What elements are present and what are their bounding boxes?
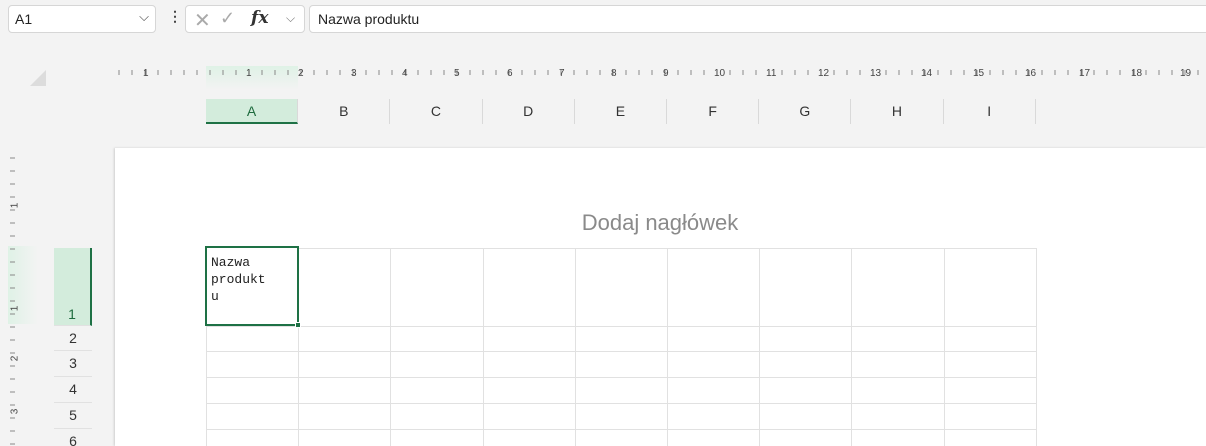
ruler-mark: 13 <box>870 68 882 79</box>
column-header-d[interactable]: D <box>483 99 575 124</box>
grid-hline <box>206 429 1037 430</box>
enter-icon[interactable]: ✓ <box>220 8 235 29</box>
vertical-ruler-mark: 1 <box>9 305 21 312</box>
row-header-1[interactable]: 1 <box>54 248 92 326</box>
cancel-icon[interactable]: ✕ <box>194 8 211 33</box>
ruler-mark: 17 <box>1079 68 1091 79</box>
grid-vline <box>1035 248 1037 446</box>
ruler-mark: 16 <box>1025 68 1037 79</box>
column-header-e[interactable]: E <box>575 99 667 124</box>
column-headers: ABCDEFGHI <box>206 99 1036 124</box>
ruler-corner <box>30 70 46 86</box>
grid-hline <box>206 403 1037 404</box>
vertical-ruler-mark: 3 <box>9 408 21 415</box>
formula-input[interactable]: Nazwa produktu <box>309 5 1206 33</box>
grid-vline <box>390 248 392 446</box>
grid-vline <box>574 248 576 446</box>
grid-hline <box>206 326 1037 327</box>
column-header-c[interactable]: C <box>390 99 483 124</box>
ruler-mark: 1 <box>143 68 149 79</box>
ruler-mark: 2 <box>298 68 304 79</box>
ruler-mark: 9 <box>663 68 669 79</box>
more-options-icon[interactable]: ⋮ <box>168 8 182 25</box>
ruler-mark: 1 <box>246 68 252 79</box>
column-header-i[interactable]: I <box>944 99 1036 124</box>
ruler-mark: 7 <box>559 68 565 79</box>
grid-vline <box>482 248 484 446</box>
grid-vline <box>759 248 761 446</box>
cell-grid[interactable] <box>206 248 1037 446</box>
active-cell[interactable]: Nazwa produkt u <box>205 246 299 326</box>
formula-controls: ✕ ✓ fx ⌵ <box>185 5 305 33</box>
ruler-mark: 14 <box>921 68 933 79</box>
row-header-6[interactable]: 6 <box>54 429 92 446</box>
row-header-2[interactable]: 2 <box>54 326 92 351</box>
row-header-4[interactable]: 4 <box>54 377 92 403</box>
grid-vline <box>667 248 668 446</box>
row-headers: 123456 <box>54 248 92 446</box>
chevron-down-icon[interactable]: ⌵ <box>139 9 149 25</box>
ruler-mark: 10 <box>714 68 726 79</box>
grid-hline <box>206 377 1037 378</box>
ruler-mark: 15 <box>973 68 985 79</box>
vertical-ruler: 1 1 2 3 <box>8 148 38 446</box>
ruler-mark: 6 <box>507 68 513 79</box>
grid-hline <box>206 248 1037 249</box>
ruler-ticks <box>118 70 1199 75</box>
ruler-mark: 4 <box>402 68 408 79</box>
grid-vline <box>851 248 853 446</box>
ruler-mark: 18 <box>1131 68 1143 79</box>
page-layout-sheet: Dodaj nagłówek Nazwa produkt u <box>115 148 1206 446</box>
grid-hline <box>206 351 1037 352</box>
ruler-mark: 12 <box>818 68 830 79</box>
name-box[interactable]: A1 ⌵ <box>8 5 156 33</box>
grid-vline <box>943 248 945 446</box>
horizontal-ruler: 1 1 2 3 4 5 6 7 8 9 10 11 12 13 14 15 16 17 18 19 <box>115 66 1206 90</box>
ruler-mark: 11 <box>766 68 777 79</box>
ruler-mark: 8 <box>611 68 617 79</box>
column-header-b[interactable]: B <box>298 99 391 124</box>
vertical-ruler-mark: 2 <box>9 355 21 362</box>
chevron-down-icon[interactable]: ⌵ <box>286 11 295 26</box>
row-header-5[interactable]: 5 <box>54 403 92 429</box>
formula-text: Nazwa produktu <box>318 11 420 27</box>
ruler-mark: 3 <box>351 68 357 79</box>
vertical-ruler-ticks <box>10 157 15 445</box>
vertical-ruler-mark: 1 <box>9 202 21 209</box>
column-header-a[interactable]: A <box>206 99 299 124</box>
ruler-mark: 5 <box>454 68 460 79</box>
function-icon[interactable]: fx <box>251 8 268 28</box>
column-header-f[interactable]: F <box>667 99 760 124</box>
column-header-h[interactable]: H <box>851 99 944 124</box>
fill-handle[interactable] <box>295 322 301 328</box>
column-header-g[interactable]: G <box>759 99 852 124</box>
header-placeholder[interactable]: Dodaj nagłówek <box>555 210 765 236</box>
ruler-mark: 19 <box>1180 68 1192 79</box>
row-header-3[interactable]: 3 <box>54 351 92 377</box>
name-box-value: A1 <box>15 11 33 27</box>
